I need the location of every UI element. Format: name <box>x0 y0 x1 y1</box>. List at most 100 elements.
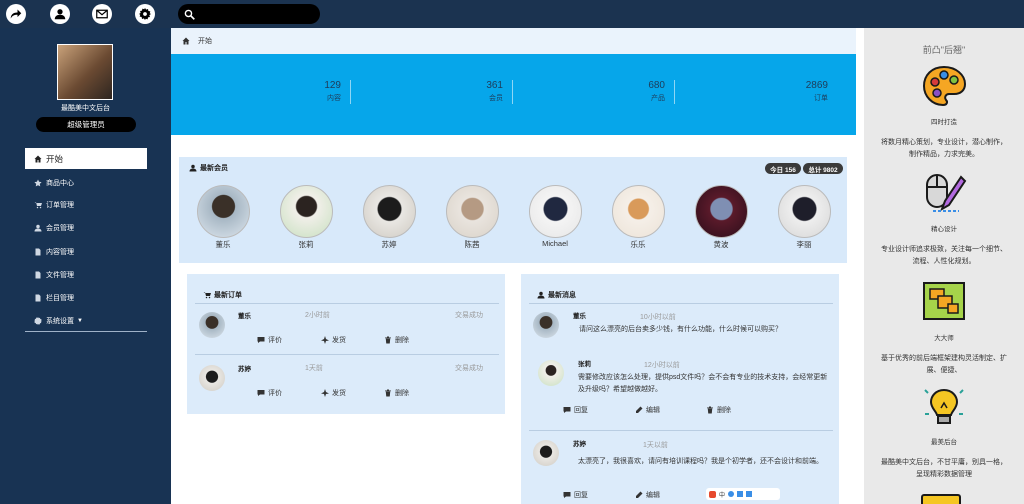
stat-value: 680 <box>648 80 665 91</box>
message-avatar <box>538 360 564 386</box>
delete-button[interactable]: 删除 <box>706 405 731 415</box>
member-card[interactable]: 苏婷 <box>361 185 417 250</box>
sidebar-item-settings[interactable]: 系统设置 ▼ <box>25 310 147 331</box>
comment-icon <box>563 407 571 413</box>
sidebar-item-files[interactable]: 文件管理 <box>25 264 147 285</box>
message-text: 需要修改应该怎么处理，提供psd文件吗？会不会有专业的技术支持，会经常更新及升级… <box>578 374 828 393</box>
member-card[interactable]: 黄波 <box>693 185 749 250</box>
comment-icon <box>257 337 265 343</box>
member-name: 董乐 <box>215 240 231 249</box>
delete-button[interactable]: 删除 <box>384 335 409 345</box>
order-avatar <box>199 312 225 338</box>
cart-icon <box>203 292 211 299</box>
stat-orders[interactable]: 2869 订单 <box>675 80 837 104</box>
sidebar-item-label: 栏目管理 <box>46 294 74 302</box>
comment-label: 评价 <box>268 390 282 397</box>
file-icon <box>33 270 42 279</box>
message-row[interactable]: 张莉 12小时以前 需要修改应该怎么处理，提供psd文件吗？会不会有专业的技术支… <box>521 358 839 428</box>
messages-panel: 最新消息 董乐 10小时以前 请问这么漂亮的后台卖多少钱，有什么功能，什么时候可… <box>521 274 839 504</box>
search-box[interactable] <box>178 4 320 24</box>
sidebar-item-label: 商品中心 <box>46 179 74 187</box>
trash-icon <box>707 406 713 414</box>
ship-button[interactable]: 发货 <box>321 388 346 398</box>
role-badge: 超级管理员 <box>36 117 136 132</box>
user-icon[interactable] <box>50 4 70 24</box>
mail-icon[interactable] <box>92 4 112 24</box>
sidebar: 最酷美中文后台 超级管理员 开始 商品中心 订单管理 会员管理 内容管理 文件管… <box>0 28 171 504</box>
gear-icon[interactable] <box>135 4 155 24</box>
member-card[interactable]: 李丽 <box>776 185 832 250</box>
member-name: 陈茜 <box>464 240 480 249</box>
stat-content[interactable]: 129 内容 <box>189 80 351 104</box>
palette-icon <box>921 64 967 110</box>
member-name: 李丽 <box>796 240 812 249</box>
stat-members[interactable]: 361 会员 <box>351 80 513 104</box>
sidebar-item-members[interactable]: 会员管理 <box>25 217 147 238</box>
feature-desc: 专业设计师追求极致，关注每一个细节、流程、人性化规划。 <box>881 246 1007 265</box>
orders-panel: 最新订单 董乐 2小时前 交易成功 评价 发货 删除 苏婷 1天前 交易成功 评… <box>187 274 505 414</box>
order-name: 董乐 <box>238 313 251 320</box>
delete-button[interactable]: 删除 <box>384 388 409 398</box>
member-avatar <box>445 185 499 238</box>
message-time: 10小时以前 <box>640 314 676 321</box>
comment-icon <box>563 492 571 498</box>
feature-block: 四时打造 将数月精心策划，专业设计，潜心制作，制作精品，力求完美。 <box>864 64 1024 161</box>
right-panel: 前凸"后翘" 四时打造 将数月精心策划，专业设计，潜心制作，制作精品，力求完美。… <box>864 28 1024 504</box>
sidebar-item-content[interactable]: 内容管理 <box>25 241 147 262</box>
member-card[interactable]: 乐乐 <box>610 185 666 250</box>
message-text: 请问这么漂亮的后台卖多少钱，有什么功能，什么时候可以购买？ <box>579 326 782 333</box>
panel-title: 最新消息 <box>537 290 576 300</box>
feature-block: 精心设计 专业设计师追求极致，关注每一个细节、流程、人性化规划。 <box>864 171 1024 268</box>
members-panel: 最新会员 今日 156 总计 9802 董乐 张莉 苏婷 陈茜 Michael … <box>179 157 847 263</box>
feature-desc: 最酷美中文后台，不甘平庸，别具一格，呈现精彩数据管理 <box>881 459 1007 478</box>
ship-label: 发货 <box>332 337 346 344</box>
comment-button[interactable]: 评价 <box>257 335 282 345</box>
breadcrumb-label[interactable]: 开始 <box>198 36 212 46</box>
stats-banner: 129 内容 361 会员 680 产品 2869 订单 <box>171 54 856 135</box>
member-name: 苏婷 <box>381 240 397 249</box>
avatar[interactable] <box>57 44 113 100</box>
ime-keyboard-icon <box>746 491 753 497</box>
sidebar-item-products[interactable]: 商品中心 <box>25 172 147 193</box>
message-row[interactable]: 董乐 10小时以前 请问这么漂亮的后台卖多少钱，有什么功能，什么时候可以购买？ <box>521 310 839 350</box>
sidebar-item-label: 开始 <box>46 153 64 164</box>
divider <box>25 331 147 332</box>
sidebar-item-label: 系统设置 <box>46 317 74 325</box>
stat-label: 产品 <box>651 95 665 102</box>
share-icon[interactable] <box>6 4 26 24</box>
edit-button[interactable]: 编辑 <box>635 405 660 415</box>
sidebar-item-orders[interactable]: 订单管理 <box>25 194 147 215</box>
member-card[interactable]: 张莉 <box>278 185 334 250</box>
member-card[interactable]: 董乐 <box>195 185 251 250</box>
stat-products[interactable]: 680 产品 <box>513 80 675 104</box>
sidebar-item-columns[interactable]: 栏目管理 <box>25 287 147 308</box>
comment-button[interactable]: 评价 <box>257 388 282 398</box>
reply-label: 回复 <box>574 492 588 499</box>
edit-label: 编辑 <box>646 492 660 499</box>
reply-button[interactable]: 回复 <box>563 405 588 415</box>
panel-title-text: 最新会员 <box>200 165 228 172</box>
search-input[interactable] <box>199 9 309 19</box>
edit-button[interactable]: 编辑 <box>635 490 660 500</box>
sidebar-item-start[interactable]: 开始 <box>25 148 147 169</box>
gear-icon <box>33 316 42 325</box>
member-avatar <box>196 185 250 238</box>
feature-desc: 基于优秀的前后端框架建构灵活制定、扩展、便捷、 <box>881 355 1007 374</box>
order-row[interactable]: 董乐 2小时前 交易成功 评价 发货 删除 <box>187 310 505 348</box>
search-icon <box>184 9 195 20</box>
member-card[interactable]: Michael <box>527 185 583 248</box>
plane-icon <box>321 336 329 344</box>
member-avatar <box>362 185 416 238</box>
member-card[interactable]: 陈茜 <box>444 185 500 250</box>
ship-button[interactable]: 发货 <box>321 335 346 345</box>
ime-toolbar[interactable]: 中 <box>706 488 780 500</box>
panel-title: 最新订单 <box>203 290 242 300</box>
message-text: 太漂亮了，我很喜欢，请问有培训课程吗？我是个初学者，还不会设计和前端。 <box>578 458 823 465</box>
order-row[interactable]: 苏婷 1天前 交易成功 评价 发货 删除 <box>187 363 505 401</box>
pencil-icon <box>636 491 643 498</box>
message-row[interactable]: 苏婷 1天以前 太漂亮了，我很喜欢，请问有培训课程吗？我是个初学者，还不会设计和… <box>521 438 839 504</box>
delete-label: 删除 <box>395 337 409 344</box>
reply-button[interactable]: 回复 <box>563 490 588 500</box>
stat-value: 2869 <box>805 80 828 91</box>
cart-icon <box>33 200 42 209</box>
